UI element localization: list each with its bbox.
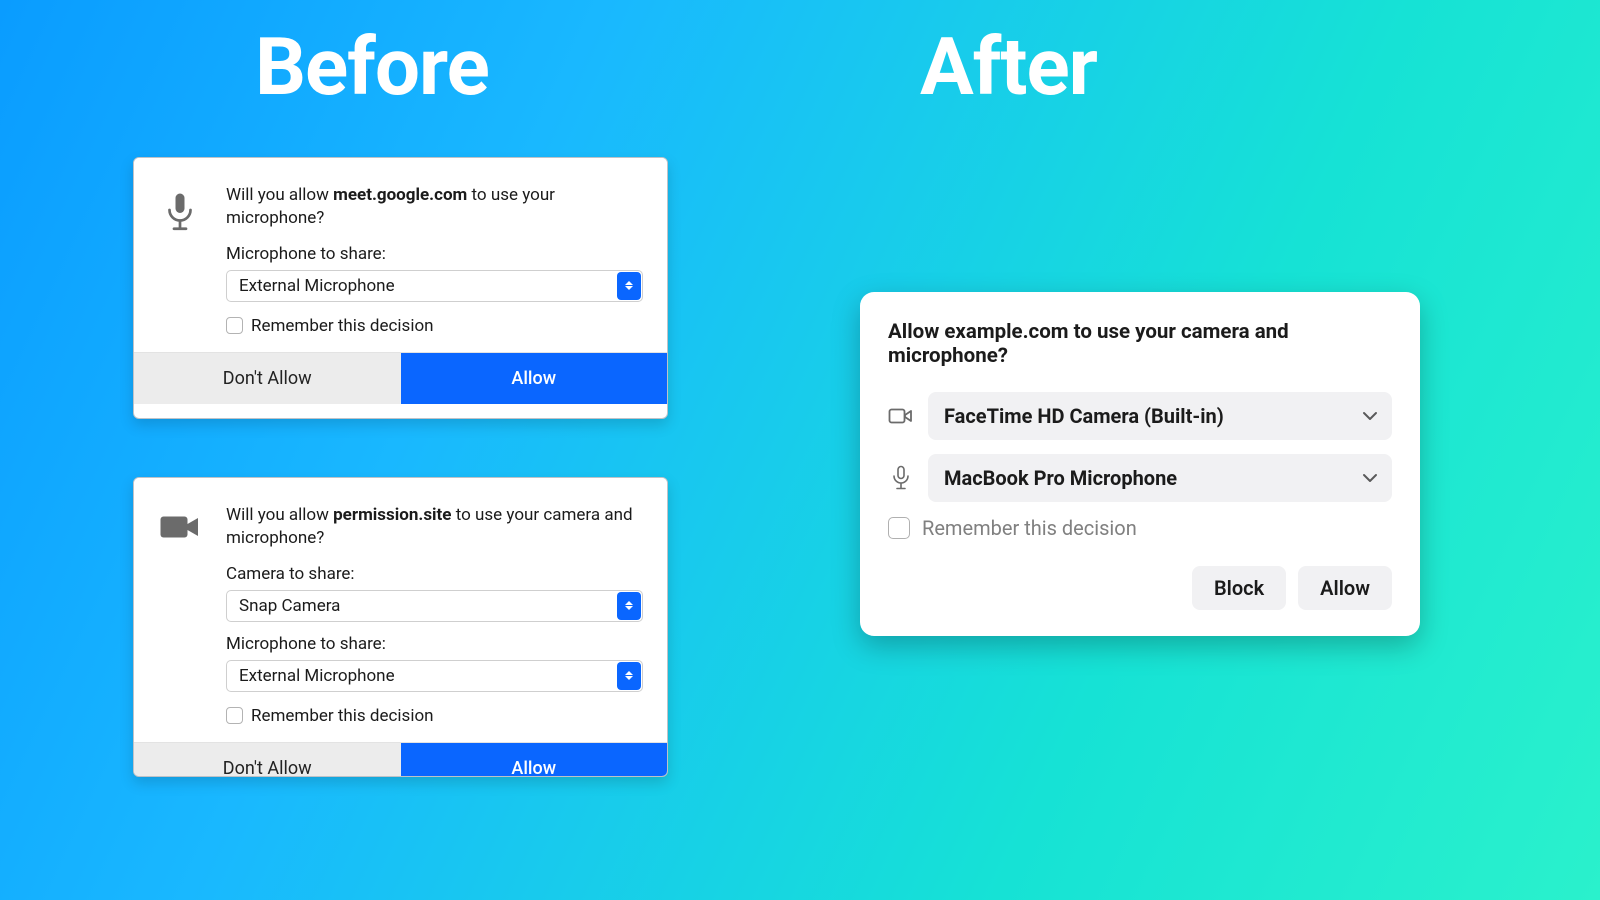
popup-arrow	[178, 477, 200, 478]
camera-icon	[888, 403, 914, 429]
chevron-down-icon	[1362, 411, 1378, 421]
popup-topbar	[134, 158, 667, 172]
microphone-select[interactable]: MacBook Pro Microphone	[928, 454, 1392, 502]
remember-label: Remember this decision	[251, 316, 434, 336]
chevron-down-icon	[1362, 473, 1378, 483]
allow-button[interactable]: Allow	[1298, 566, 1392, 610]
permission-icon-container	[158, 504, 202, 734]
remember-checkbox[interactable]	[226, 317, 243, 334]
remember-label: Remember this decision	[922, 516, 1137, 540]
chevron-updown-icon	[617, 592, 641, 620]
dont-allow-button[interactable]: Don't Allow	[134, 743, 401, 777]
permission-prompt-title: Allow example.com to use your camera and…	[888, 320, 1392, 368]
permission-icon-container	[158, 184, 202, 344]
prompt-prefix: Will you allow	[226, 505, 333, 525]
camera-select-value: Snap Camera	[239, 596, 340, 616]
allow-button[interactable]: Allow	[401, 743, 668, 777]
remember-checkbox[interactable]	[226, 707, 243, 724]
microphone-select-value: MacBook Pro Microphone	[944, 466, 1177, 490]
heading-before: Before	[255, 20, 489, 114]
old-permission-popup-cam-mic: Will you allow permission.site to use yo…	[133, 477, 668, 777]
camera-select-value: FaceTime HD Camera (Built-in)	[944, 404, 1224, 428]
dont-allow-button[interactable]: Don't Allow	[134, 353, 401, 404]
camera-select[interactable]: FaceTime HD Camera (Built-in)	[928, 392, 1392, 440]
camera-icon	[159, 512, 201, 734]
camera-select-label: Camera to share:	[226, 564, 643, 584]
camera-select[interactable]: Snap Camera	[226, 590, 643, 622]
heading-after: After	[920, 20, 1097, 114]
microphone-select-label: Microphone to share:	[226, 634, 643, 654]
popup-topbar	[134, 478, 667, 492]
new-permission-popup: Allow example.com to use your camera and…	[860, 292, 1420, 636]
chevron-updown-icon	[617, 662, 641, 690]
permission-prompt-text: Will you allow permission.site to use yo…	[226, 504, 643, 550]
microphone-icon	[162, 192, 198, 344]
microphone-icon	[888, 465, 914, 491]
prompt-prefix: Will you allow	[226, 185, 333, 205]
remember-checkbox[interactable]	[888, 517, 910, 539]
microphone-select[interactable]: External Microphone	[226, 270, 643, 302]
allow-button[interactable]: Allow	[401, 353, 668, 404]
chevron-updown-icon	[617, 272, 641, 300]
microphone-select[interactable]: External Microphone	[226, 660, 643, 692]
microphone-select-value: External Microphone	[239, 276, 395, 296]
remember-label: Remember this decision	[251, 706, 434, 726]
popup-arrow	[178, 157, 200, 158]
block-button[interactable]: Block	[1192, 566, 1286, 610]
microphone-select-label: Microphone to share:	[226, 244, 643, 264]
microphone-select-value: External Microphone	[239, 666, 395, 686]
old-permission-popup-mic: Will you allow meet.google.com to use yo…	[133, 157, 668, 419]
prompt-site: meet.google.com	[333, 185, 467, 205]
prompt-site: permission.site	[333, 505, 451, 525]
permission-prompt-text: Will you allow meet.google.com to use yo…	[226, 184, 643, 230]
